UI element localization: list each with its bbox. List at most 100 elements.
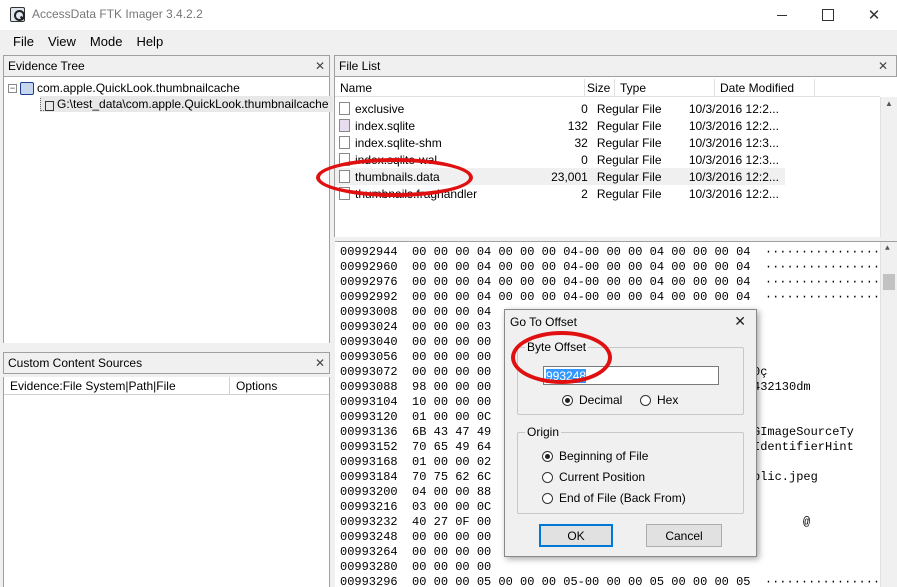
column-options[interactable]: Options <box>230 379 277 393</box>
menu-bar: File View Mode Help <box>0 30 897 52</box>
file-date: 10/3/2016 12:2... <box>688 186 779 201</box>
close-icon[interactable]: ✕ <box>734 313 746 330</box>
close-window-button[interactable] <box>851 0 897 30</box>
hex-row: 00993008 00 00 00 04 <box>340 305 492 319</box>
ascii-fragment: blic.jpeg <box>753 470 818 484</box>
custom-content-list: Evidence:File System|Path|File Options <box>3 377 330 587</box>
custom-content-columns: Evidence:File System|Path|File Options <box>4 377 329 395</box>
evidence-tree-header: Evidence Tree ✕ <box>3 55 330 77</box>
file-type: Regular File <box>596 135 662 150</box>
ftk-imager-icon <box>10 7 25 22</box>
annotation-ellipse <box>316 158 473 197</box>
column-type[interactable]: Type <box>615 79 715 97</box>
dialog-title: Go To Offset <box>510 315 577 329</box>
file-name: exclusive <box>355 101 405 116</box>
evidence-tree-title: Evidence Tree <box>8 59 85 73</box>
origin-label: Origin <box>525 425 562 439</box>
tree-child-item[interactable]: G:\test_data\com.apple.QuickLook.thumbna… <box>40 96 333 112</box>
radio-end-of-file[interactable]: End of File (Back From) <box>542 491 686 505</box>
scroll-up-icon[interactable]: ▲ <box>885 99 893 108</box>
file-size: 0 <box>581 101 588 116</box>
file-date: 10/3/2016 12:2... <box>688 101 779 116</box>
window-title: AccessData FTK Imager 3.4.2.2 <box>32 7 203 21</box>
radio-current-position[interactable]: Current Position <box>542 470 645 484</box>
hex-row: 00993104 10 00 00 00 <box>340 395 492 409</box>
file-date: 10/3/2016 12:2... <box>688 169 779 184</box>
scroll-thumb[interactable] <box>883 274 895 290</box>
title-bar: AccessData FTK Imager 3.4.2.2 <box>0 0 897 30</box>
evidence-disk-icon <box>20 81 34 95</box>
file-type: Regular File <box>596 169 662 184</box>
hex-row: 00993040 00 00 00 00 <box>340 335 492 349</box>
file-size: 32 <box>574 135 588 150</box>
file-date: 10/3/2016 12:3... <box>688 135 779 150</box>
ascii-fragment: @ <box>803 515 811 529</box>
radio-hex[interactable]: Hex <box>640 393 678 407</box>
file-name: index.sqlite-shm <box>355 135 442 150</box>
menu-file[interactable]: File <box>6 34 41 49</box>
hex-row: 00993264 00 00 00 00 <box>340 545 492 559</box>
hex-row: 00992976 00 00 00 04 00 00 00 04-00 00 0… <box>340 275 881 289</box>
hex-row: 00993168 01 00 00 02 <box>340 455 492 469</box>
hex-row: 00993024 00 00 00 03 <box>340 320 492 334</box>
ascii-fragment: GImageSourceTy <box>753 425 854 439</box>
hex-row: 00993296 00 00 00 05 00 00 00 05-00 00 0… <box>340 575 881 587</box>
menu-help[interactable]: Help <box>129 34 170 49</box>
tree-root-label: com.apple.QuickLook.thumbnailcache <box>37 81 240 95</box>
minimize-button[interactable] <box>759 0 805 30</box>
hex-row: 00992944 00 00 00 04 00 00 00 04-00 00 0… <box>340 245 881 259</box>
close-icon[interactable]: ✕ <box>878 59 888 73</box>
close-icon[interactable]: ✕ <box>315 59 325 73</box>
hex-row: 00993200 04 00 00 88 <box>340 485 492 499</box>
radio-icon <box>542 471 553 483</box>
file-type: Regular File <box>596 186 662 201</box>
folder-icon <box>40 97 54 111</box>
menu-mode[interactable]: Mode <box>83 34 130 49</box>
annotation-ellipse <box>511 331 612 384</box>
menu-view[interactable]: View <box>41 34 83 49</box>
hex-row: 00993056 00 00 00 00 <box>340 350 492 364</box>
hex-row: 00993152 70 65 49 64 <box>340 440 492 454</box>
column-name[interactable]: Name <box>335 79 585 97</box>
column-evidence-path[interactable]: Evidence:File System|Path|File <box>4 377 230 394</box>
radio-decimal[interactable]: Decimal <box>562 393 622 407</box>
file-size: 0 <box>581 152 588 167</box>
radio-beginning-of-file[interactable]: Beginning of File <box>542 449 648 463</box>
maximize-button[interactable] <box>805 0 851 30</box>
file-type: Regular File <box>596 152 662 167</box>
file-row[interactable]: index.sqlite 132 Regular File 10/3/2016 … <box>335 117 785 134</box>
file-type: Regular File <box>596 118 662 133</box>
scroll-up-icon[interactable]: ▲ <box>885 244 890 253</box>
radio-icon <box>640 394 651 406</box>
evidence-tree: − com.apple.QuickLook.thumbnailcache G:\… <box>3 77 333 343</box>
file-size: 132 <box>567 118 588 133</box>
radio-selected-icon <box>562 394 573 406</box>
close-icon[interactable]: ✕ <box>315 356 325 370</box>
file-list-scrollbar[interactable]: ▲ <box>880 97 897 237</box>
ascii-fragment: IdentifierHint <box>753 440 854 454</box>
file-row[interactable]: index.sqlite-shm 32 Regular File 10/3/20… <box>335 134 785 151</box>
ascii-fragment: 432130dm <box>753 380 811 394</box>
file-icon <box>339 136 350 149</box>
cancel-button[interactable]: Cancel <box>646 524 722 547</box>
hex-row: 00993136 6B 43 47 49 <box>340 425 492 439</box>
hex-row: 00993072 00 00 00 00 <box>340 365 492 379</box>
column-date-modified[interactable]: Date Modified <box>715 79 815 97</box>
radio-icon <box>542 492 553 504</box>
file-icon <box>339 102 350 115</box>
ok-button[interactable]: OK <box>539 524 613 547</box>
file-row[interactable]: exclusive 0 Regular File 10/3/2016 12:2.… <box>335 100 785 117</box>
file-size: 23,001 <box>551 169 588 184</box>
file-date: 10/3/2016 12:3... <box>688 152 779 167</box>
tree-root-item[interactable]: − com.apple.QuickLook.thumbnailcache <box>8 80 240 96</box>
hex-row: 00993120 01 00 00 0C <box>340 410 492 424</box>
hex-scrollbar[interactable]: ▲ <box>880 242 897 587</box>
file-list-header: File List ✕ <box>334 55 897 77</box>
hex-row: 00993088 98 00 00 00 <box>340 380 492 394</box>
file-list: Name Size Type Date Modified exclusive 0… <box>334 77 897 237</box>
column-size[interactable]: Size <box>585 79 615 97</box>
hex-row: 00993216 03 00 00 0C <box>340 500 492 514</box>
sqlite-file-icon <box>339 119 350 132</box>
file-list-title: File List <box>339 59 381 73</box>
collapse-icon[interactable]: − <box>8 83 17 93</box>
